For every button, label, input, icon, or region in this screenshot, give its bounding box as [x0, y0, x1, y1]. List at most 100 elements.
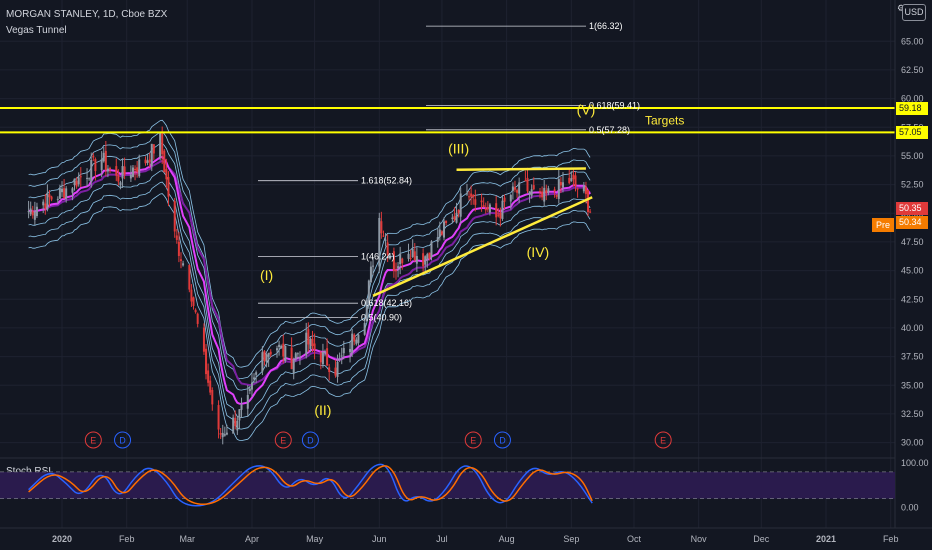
wave-label: (I) [260, 267, 273, 283]
candle-body [121, 166, 124, 179]
candle-body [190, 289, 193, 302]
y-tick-label: 65.00 [901, 36, 924, 46]
candle-body [572, 174, 575, 180]
fib-label: 1(66.32) [589, 21, 623, 31]
candle-body [363, 322, 366, 335]
candle-body [175, 235, 178, 240]
candle-body [223, 434, 226, 436]
wave-label: (II) [314, 402, 331, 418]
y-tick-label: 47.50 [901, 237, 924, 247]
candle-body [465, 193, 468, 195]
candle-body [109, 167, 112, 170]
candle-body [559, 182, 562, 186]
candle-body [511, 186, 514, 192]
y-tick-label: 45.00 [901, 266, 924, 276]
candle-body [384, 239, 387, 241]
candle-body [61, 188, 63, 193]
candle-body [307, 329, 310, 345]
candle-body [88, 178, 91, 180]
candle-body [232, 417, 235, 434]
candle-body [48, 194, 51, 198]
candle-body [250, 382, 253, 390]
last-price-tag: 50.35 [896, 201, 928, 215]
price-axis[interactable]: 65.0062.5060.0057.5055.0052.5050.0047.50… [894, 0, 924, 528]
candle-body [342, 348, 345, 354]
candle-body [106, 168, 109, 172]
candle-body [209, 380, 212, 393]
candle-body [86, 177, 89, 179]
candle-body [334, 367, 337, 376]
candle-body [27, 211, 30, 213]
candle-body [278, 344, 281, 348]
candle-body [294, 353, 297, 359]
candle-body [428, 252, 431, 259]
candle-body [399, 254, 402, 265]
candle-body [248, 388, 251, 392]
candle-body [455, 212, 458, 223]
candle-body [188, 264, 191, 290]
candle-body [488, 204, 491, 213]
candle-body [547, 188, 550, 193]
earnings-badge-label: E [660, 436, 666, 446]
candle-body [305, 332, 308, 356]
y-tick-label: 42.50 [901, 294, 924, 304]
candle-body [532, 185, 535, 190]
candle-body [338, 358, 341, 360]
candle-body [296, 353, 299, 355]
candle-body [138, 159, 141, 177]
candle-body [589, 211, 592, 213]
candle-body [443, 221, 445, 238]
x-tick-label: Jul [436, 534, 448, 544]
candle-body [161, 133, 164, 155]
candle-body [267, 352, 270, 357]
candle-body [94, 159, 97, 172]
dividend-badge-label: D [119, 436, 126, 446]
candle-body [58, 188, 61, 199]
candle-body [225, 432, 228, 435]
candle-body [100, 159, 103, 170]
candle-body [382, 235, 385, 237]
candle-body [501, 200, 504, 220]
candle-body [117, 175, 120, 182]
candle-body [539, 190, 542, 192]
candle-body [430, 241, 433, 258]
candle-body [503, 197, 506, 202]
fib-label: 0.618(59.41) [589, 100, 640, 110]
chart-canvas[interactable]: Targets 1(66.32) 0.618(59.41) 0.5(57.28) 1.… [0, 0, 932, 550]
candle-body [144, 159, 147, 164]
candle-body [509, 194, 512, 202]
candle-body [192, 297, 195, 306]
candle-body [407, 253, 410, 259]
x-tick-label: Aug [499, 534, 515, 544]
candle-body [545, 190, 548, 194]
candle-body [146, 160, 149, 164]
candle-body [528, 191, 531, 195]
y-tick-label: 30.00 [901, 438, 924, 448]
earnings-badge-label: E [470, 436, 476, 446]
candle-body [309, 338, 312, 349]
x-tick-label: 2020 [52, 534, 72, 544]
price-grid [0, 0, 895, 528]
candle-body [584, 187, 587, 195]
candle-body [353, 334, 356, 342]
candle-body [104, 150, 107, 170]
candle-body [340, 355, 343, 357]
candle-body [415, 255, 418, 264]
candle-body [219, 433, 222, 435]
fib-label: 1.618(52.84) [361, 176, 412, 186]
x-tick-label: 2021 [816, 534, 836, 544]
candle-body [255, 372, 258, 375]
candle-body [394, 270, 397, 272]
candle-body [574, 175, 577, 187]
candle-body [409, 257, 412, 259]
fib-label: 1(46.24) [361, 251, 395, 261]
candle-body [380, 221, 383, 234]
x-tick-label: Dec [753, 534, 770, 544]
stoch-rsi-pane: Stoch RSI100.000.00 [0, 458, 929, 513]
currency-badge[interactable]: USD [902, 4, 926, 21]
candle-body [438, 229, 441, 237]
candle-body [351, 333, 354, 353]
trendline [456, 167, 586, 171]
time-axis[interactable]: 2020 Feb Mar Apr May Jun Jul Aug Sep Oct Nov Dec 202… [0, 457, 932, 544]
candle-body [530, 189, 533, 196]
